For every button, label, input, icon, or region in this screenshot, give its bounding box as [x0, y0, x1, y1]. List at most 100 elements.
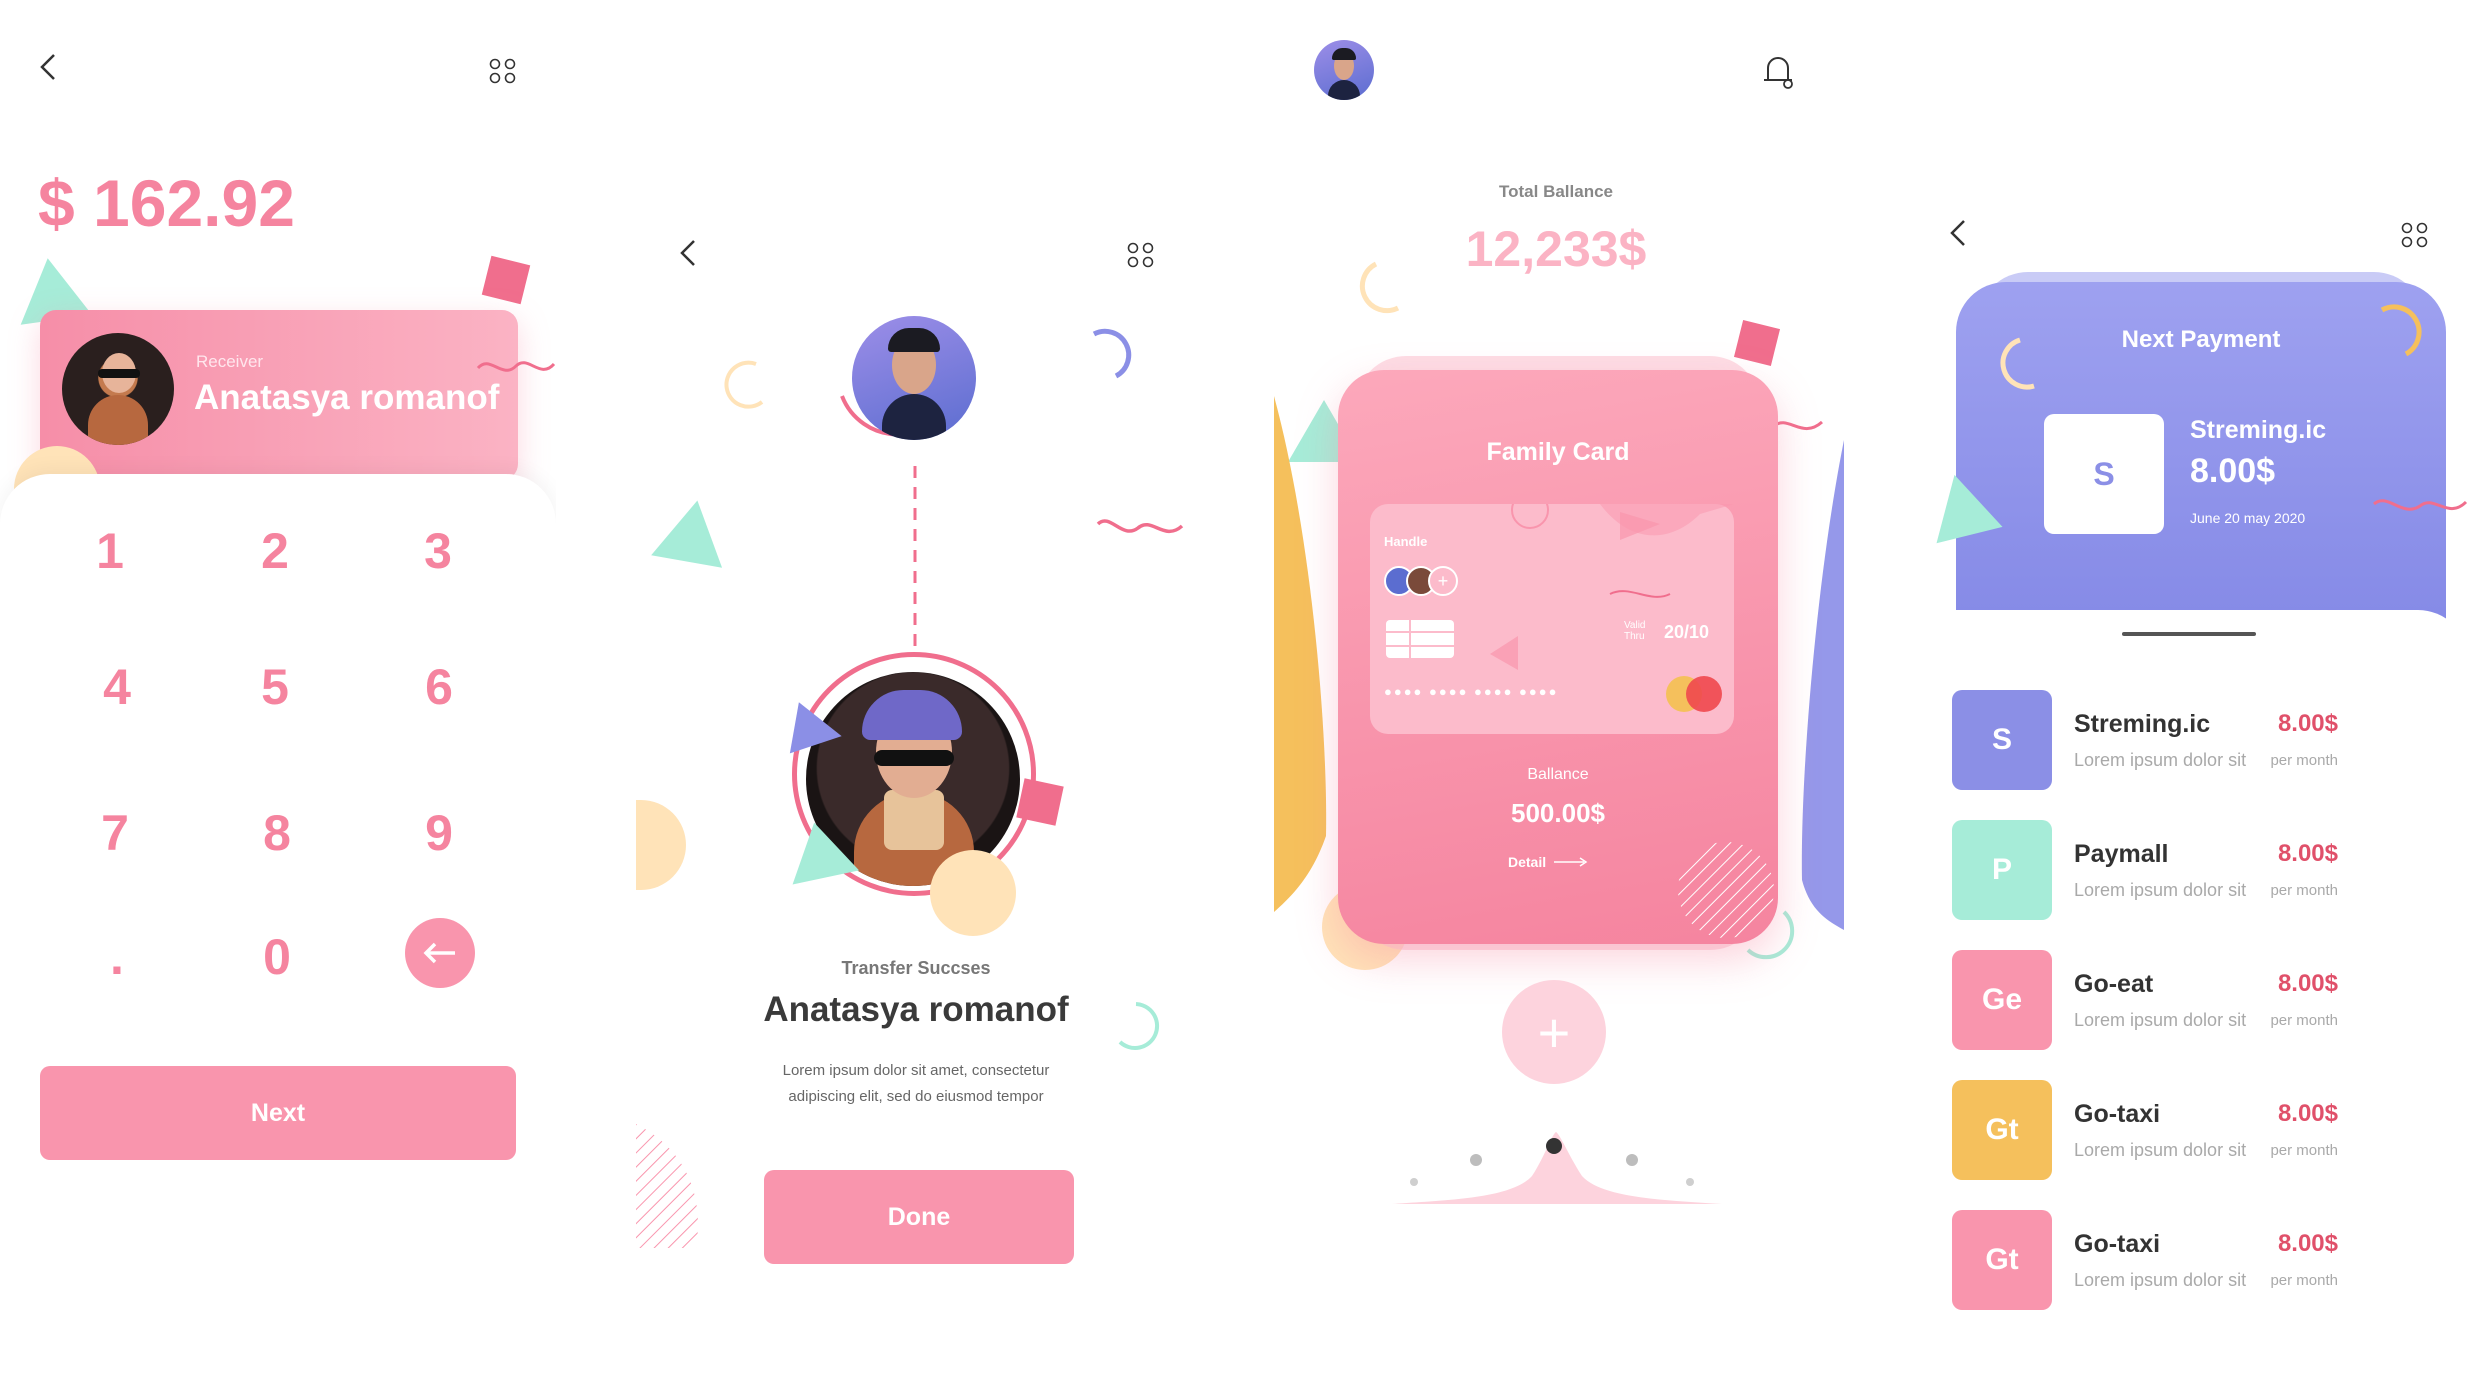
- payment-tile: Ge: [1952, 950, 2052, 1050]
- squiggle-decoration: [2373, 499, 2468, 511]
- add-handle-icon[interactable]: +: [1428, 566, 1458, 596]
- key-7[interactable]: 7: [70, 788, 160, 878]
- transfer-amount: $ 162.92: [38, 166, 295, 240]
- back-chevron-icon[interactable]: [678, 238, 700, 268]
- handle-label: Handle: [1384, 534, 1428, 549]
- next-payment-name: Streming.ic: [2190, 416, 2327, 444]
- payment-period: per month: [2270, 1142, 2338, 1159]
- payment-tile: P: [1952, 820, 2052, 920]
- triangle-decoration: [651, 494, 733, 568]
- description-line-1: Lorem ipsum dolor sit amet, consectetur: [782, 1062, 1050, 1079]
- nav-dot[interactable]: [1410, 1178, 1418, 1186]
- detail-link[interactable]: Detail: [1508, 854, 1588, 870]
- sender-avatar: [852, 316, 976, 440]
- balance-label: Ballance: [1527, 766, 1589, 783]
- triangle-decoration: [789, 702, 847, 762]
- key-4[interactable]: 4: [72, 642, 162, 732]
- purple-blade-decoration: [1801, 440, 1844, 930]
- keypad-screen: $ 162.92 Receiver Anatasya romanof 1 2 3…: [0, 0, 556, 1392]
- arc-decoration: [1092, 328, 1132, 379]
- total-balance-label: Total Ballance: [1499, 182, 1613, 201]
- payment-name: Go-eat: [2074, 970, 2154, 998]
- payment-amount: 8.00$: [2277, 970, 2338, 997]
- arc-decoration: [724, 360, 764, 409]
- receiver-avatar: [62, 333, 174, 445]
- circle-decoration: [930, 850, 1016, 936]
- square-decoration: [1016, 778, 1064, 826]
- valid-thru-value: 20/10: [1664, 622, 1710, 642]
- card-title: Family Card: [1486, 438, 1630, 466]
- grid-dots-icon[interactable]: [2400, 222, 2430, 248]
- payment-amount: 8.00$: [2277, 710, 2338, 737]
- striped-decoration: [636, 1124, 698, 1248]
- balance-value: 500.00$: [1511, 798, 1605, 828]
- back-chevron-icon[interactable]: [1948, 218, 1970, 248]
- card-number: ●●●● ●●●● ●●●● ●●●●: [1384, 684, 1559, 699]
- payment-amount: 8.00$: [2277, 840, 2338, 867]
- backspace-arrow-icon: [423, 942, 455, 964]
- key-0[interactable]: 0: [232, 912, 322, 1002]
- arrow-right-icon: [1554, 857, 1588, 867]
- chip-icon: [1386, 620, 1454, 658]
- square-decoration: [481, 255, 531, 305]
- key-dot[interactable]: .: [72, 912, 162, 1002]
- key-6[interactable]: 6: [394, 642, 484, 732]
- key-9[interactable]: 9: [394, 788, 484, 878]
- payment-name: Go-taxi: [2074, 1230, 2161, 1258]
- square-decoration: [1733, 319, 1781, 367]
- next-payment-amount: 8.00$: [2190, 452, 2276, 490]
- done-button[interactable]: Done: [764, 1170, 1074, 1264]
- grid-dots-icon[interactable]: [1126, 242, 1156, 268]
- receiver-caption: Receiver: [196, 352, 264, 371]
- key-5[interactable]: 5: [230, 642, 320, 732]
- key-2[interactable]: 2: [230, 506, 320, 596]
- striped-decoration: [1678, 842, 1774, 938]
- payment-amount: 8.00$: [2277, 1230, 2338, 1257]
- valid-thru-label: Valid Thru: [1624, 620, 1646, 642]
- nav-dot[interactable]: [1626, 1154, 1638, 1166]
- nav-dot[interactable]: [1686, 1178, 1694, 1186]
- key-3[interactable]: 3: [393, 506, 483, 596]
- payment-period: per month: [2270, 882, 2338, 899]
- detail-label: Detail: [1508, 854, 1547, 870]
- drag-handle[interactable]: [2122, 632, 2256, 636]
- nav-dot-active[interactable]: [1546, 1138, 1562, 1154]
- transfer-success-screen: Transfer Succses Anatasya romanof Lorem …: [636, 0, 1216, 1392]
- bottom-navigation: [1392, 1132, 1722, 1204]
- dashed-connector: [913, 466, 917, 646]
- transfer-status-title: Transfer Succses: [841, 958, 991, 978]
- payment-name: Paymall: [2074, 840, 2169, 868]
- nav-dot[interactable]: [1470, 1154, 1482, 1166]
- backspace-button[interactable]: [405, 918, 475, 988]
- payment-tile: Gt: [1952, 1210, 2052, 1310]
- family-card-screen: Total Ballance 12,233$ Family Card Handl…: [1266, 0, 1846, 1392]
- next-button[interactable]: Next: [40, 1066, 516, 1160]
- squiggle-decoration: [1096, 519, 1184, 534]
- key-1[interactable]: 1: [65, 506, 155, 596]
- receiver-name: Anatasya romanof: [194, 378, 500, 417]
- next-payment-title: Next Payment: [2121, 326, 2281, 353]
- bell-icon[interactable]: [1760, 52, 1796, 92]
- payment-period: per month: [2270, 752, 2338, 769]
- back-chevron-icon[interactable]: [36, 52, 60, 82]
- yellow-blade-decoration: [1274, 396, 1327, 912]
- squiggle-decoration: [476, 361, 556, 372]
- payment-period: per month: [2270, 1012, 2338, 1029]
- recipient-name: Anatasya romanof: [763, 990, 1069, 1029]
- description-line-2: adipiscing elit, sed do eiusmod tempor: [788, 1088, 1044, 1105]
- add-card-button[interactable]: +: [1502, 980, 1606, 1084]
- payment-amount: 8.00$: [2277, 1100, 2338, 1127]
- next-payment-date: June 20 may 2020: [2190, 510, 2306, 526]
- payment-tile: Gt: [1952, 1080, 2052, 1180]
- grid-dots-icon[interactable]: [488, 58, 518, 84]
- card-brand-logo: [1686, 676, 1722, 712]
- profile-avatar[interactable]: [1314, 40, 1374, 100]
- payment-name: Streming.ic: [2074, 710, 2211, 738]
- next-payment-tile: S: [2044, 414, 2164, 534]
- half-circle-decoration: [636, 800, 686, 890]
- payment-tile: S: [1952, 690, 2052, 790]
- key-8[interactable]: 8: [232, 788, 322, 878]
- arc-decoration: [1359, 261, 1400, 314]
- payment-period: per month: [2270, 1272, 2338, 1289]
- payment-name: Go-taxi: [2074, 1100, 2161, 1128]
